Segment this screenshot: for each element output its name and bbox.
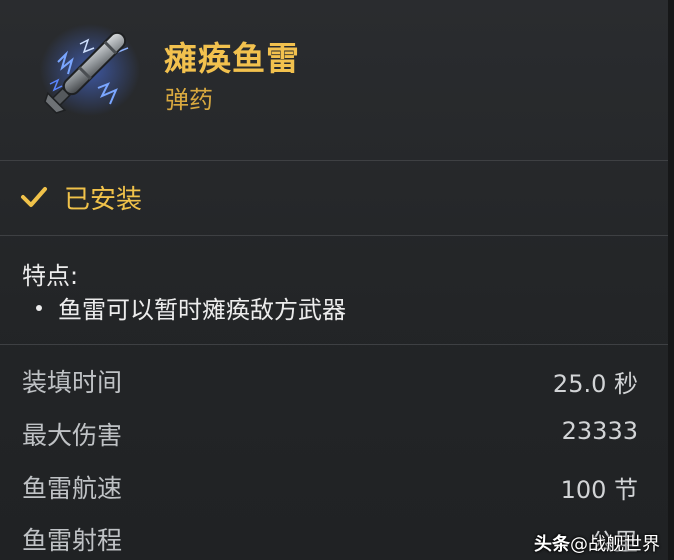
stat-value: 23333 xyxy=(561,417,638,445)
item-tooltip-panel: 瘫痪鱼雷 弹药 已安装 特点: 鱼雷可以暂时瘫痪敌方武器 装填时间 25.0 秒… xyxy=(0,0,674,560)
feature-text: 鱼雷可以暂时瘫痪敌方武器 xyxy=(58,296,346,324)
stat-row-torpedo-speed: 鱼雷航速 100 节 xyxy=(0,455,668,507)
features-section: 特点: 鱼雷可以暂时瘫痪敌方武器 xyxy=(0,236,668,345)
watermark: 头条@战舰世界 xyxy=(534,530,660,556)
features-title: 特点: xyxy=(22,262,79,290)
item-type: 弹药 xyxy=(165,86,213,114)
stat-row-max-damage: 最大伤害 23333 xyxy=(0,402,668,454)
panel-edge xyxy=(668,0,674,560)
stat-label: 鱼雷航速 xyxy=(22,474,123,503)
stat-value: 25.0 秒 xyxy=(552,370,638,398)
check-icon xyxy=(21,187,47,207)
install-status-label: 已安装 xyxy=(64,185,143,215)
feature-list-item: 鱼雷可以暂时瘫痪敌方武器 xyxy=(36,290,346,325)
stat-label: 最大伤害 xyxy=(22,421,123,450)
stat-label: 鱼雷射程 xyxy=(22,526,123,555)
item-header: 瘫痪鱼雷 弹药 xyxy=(0,0,668,161)
bullet-icon xyxy=(36,305,42,311)
watermark-logo: 头条 xyxy=(534,534,570,555)
stat-label: 装填时间 xyxy=(22,368,123,397)
electric-torpedo-icon xyxy=(40,24,140,116)
item-title: 瘫痪鱼雷 xyxy=(164,39,300,78)
install-status-row: 已安装 xyxy=(0,161,668,236)
stat-value: 100 节 xyxy=(560,476,638,504)
stat-row-reload: 装填时间 25.0 秒 xyxy=(0,349,668,401)
watermark-text: @战舰世界 xyxy=(570,534,660,555)
stats-section: 装填时间 25.0 秒 最大伤害 23333 鱼雷航速 100 节 鱼雷射程 公… xyxy=(0,345,668,560)
